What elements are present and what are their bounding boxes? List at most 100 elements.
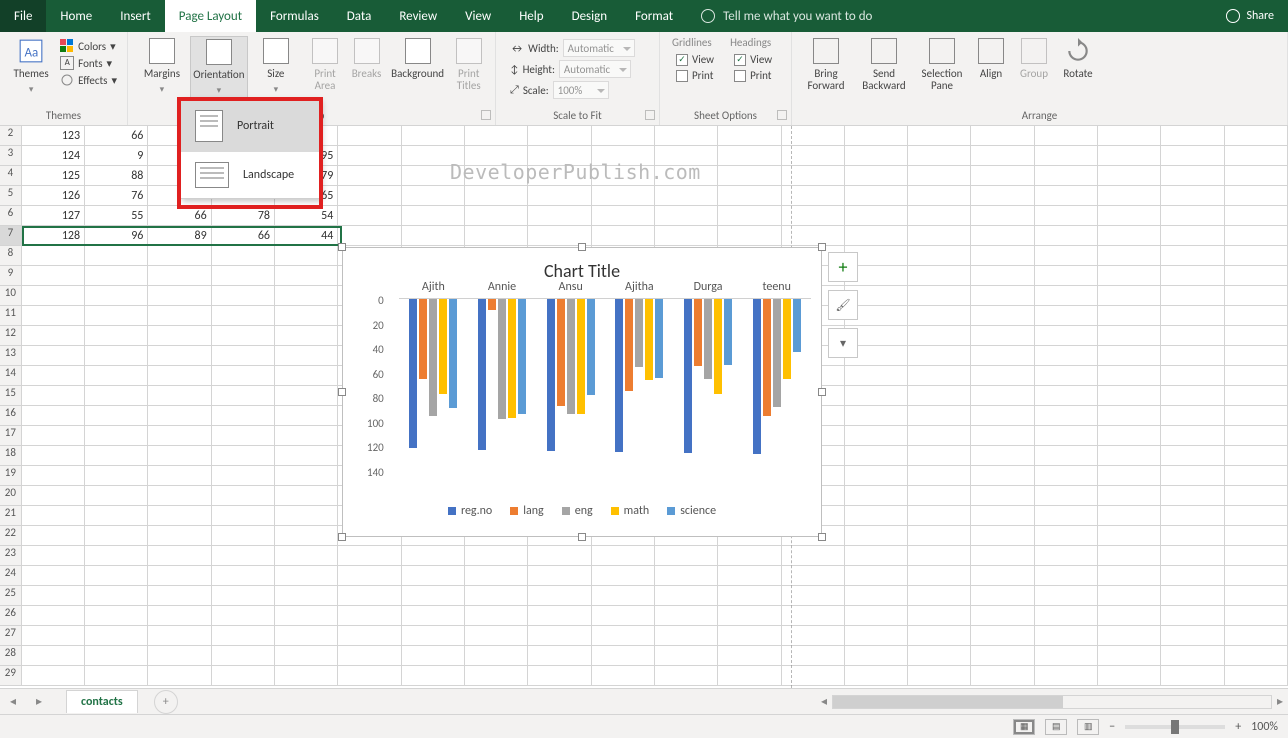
cell[interactable] [1161, 246, 1224, 266]
cell[interactable] [22, 426, 85, 446]
cell[interactable] [1161, 406, 1224, 426]
cell[interactable] [971, 346, 1034, 366]
cell[interactable] [212, 306, 275, 326]
bar[interactable] [547, 299, 555, 451]
cell[interactable] [655, 226, 718, 246]
cell[interactable] [1161, 166, 1224, 186]
cell[interactable] [402, 566, 465, 586]
cell[interactable] [1098, 386, 1161, 406]
cell[interactable] [908, 586, 971, 606]
cell[interactable] [845, 406, 908, 426]
cell[interactable] [1098, 226, 1161, 246]
handle[interactable] [818, 388, 826, 396]
cell[interactable] [655, 126, 718, 146]
cell[interactable] [1225, 346, 1288, 366]
cell[interactable] [971, 646, 1034, 666]
handle[interactable] [578, 533, 586, 541]
cell[interactable] [1035, 646, 1098, 666]
cell[interactable] [148, 666, 211, 686]
cell[interactable] [655, 606, 718, 626]
bar[interactable] [518, 299, 526, 414]
cell[interactable] [1225, 486, 1288, 506]
cell[interactable] [85, 626, 148, 646]
cell[interactable] [908, 186, 971, 206]
cell[interactable] [1035, 126, 1098, 146]
cell[interactable] [528, 646, 591, 666]
cell[interactable]: 66 [212, 226, 275, 246]
row-header[interactable]: 23 [0, 546, 22, 566]
cell[interactable] [1225, 206, 1288, 226]
cell[interactable] [908, 606, 971, 626]
cell[interactable] [85, 466, 148, 486]
bar[interactable] [587, 299, 595, 395]
cell[interactable] [908, 486, 971, 506]
cell[interactable] [908, 326, 971, 346]
width-combo[interactable]: Automatic [563, 39, 635, 57]
cell[interactable] [528, 626, 591, 646]
cell[interactable] [1035, 246, 1098, 266]
cell[interactable] [908, 306, 971, 326]
cell[interactable] [212, 506, 275, 526]
cell[interactable] [148, 426, 211, 446]
cell[interactable] [22, 406, 85, 426]
zoom-in-button[interactable]: + [1235, 720, 1241, 734]
cell[interactable] [1225, 606, 1288, 626]
cell[interactable]: 127 [22, 206, 85, 226]
margins-button[interactable]: Margins▾ [134, 36, 190, 97]
cell[interactable] [845, 386, 908, 406]
legend-item[interactable]: lang [510, 504, 543, 518]
cell[interactable] [1035, 166, 1098, 186]
cell[interactable]: 125 [22, 166, 85, 186]
cell[interactable] [971, 626, 1034, 646]
cell[interactable] [1035, 506, 1098, 526]
cell[interactable] [1225, 306, 1288, 326]
fonts-button[interactable]: AFonts ▾ [56, 55, 121, 71]
cell[interactable] [465, 566, 528, 586]
cell[interactable] [212, 286, 275, 306]
cell[interactable] [148, 566, 211, 586]
row-header[interactable]: 19 [0, 466, 22, 486]
cell[interactable] [1098, 446, 1161, 466]
cell[interactable] [592, 126, 655, 146]
cell[interactable] [85, 266, 148, 286]
cell[interactable] [275, 326, 338, 346]
chart-styles-button[interactable]: 🖌 [828, 290, 858, 320]
cell[interactable] [1098, 286, 1161, 306]
cell[interactable] [718, 186, 781, 206]
rotate-button[interactable]: Rotate [1056, 36, 1100, 82]
cell[interactable] [592, 606, 655, 626]
cell[interactable] [22, 326, 85, 346]
cell[interactable] [1098, 146, 1161, 166]
cell[interactable] [148, 526, 211, 546]
cell[interactable] [1035, 526, 1098, 546]
cell[interactable] [85, 666, 148, 686]
chart-legend[interactable]: reg.nolangengmathscience [343, 504, 821, 518]
cell[interactable] [465, 186, 528, 206]
cell[interactable] [908, 266, 971, 286]
cell[interactable] [655, 186, 718, 206]
cell[interactable] [1035, 546, 1098, 566]
legend-item[interactable]: math [611, 504, 650, 518]
row-header[interactable]: 21 [0, 506, 22, 526]
handle[interactable] [338, 533, 346, 541]
cell[interactable] [908, 446, 971, 466]
cell[interactable] [275, 666, 338, 686]
group-button[interactable]: Group [1012, 36, 1056, 82]
gridlines-view-checkbox[interactable] [676, 54, 688, 66]
size-button[interactable]: Size▾ [248, 36, 304, 97]
cell[interactable] [971, 526, 1034, 546]
cell[interactable] [275, 466, 338, 486]
cell[interactable] [845, 186, 908, 206]
cell[interactable] [1098, 266, 1161, 286]
cell[interactable] [1161, 506, 1224, 526]
cell[interactable] [85, 326, 148, 346]
cell[interactable]: 124 [22, 146, 85, 166]
cell[interactable] [1225, 546, 1288, 566]
cell[interactable] [212, 386, 275, 406]
cell[interactable] [212, 346, 275, 366]
cell[interactable] [1161, 526, 1224, 546]
cell[interactable] [1161, 566, 1224, 586]
cell[interactable] [908, 166, 971, 186]
cell[interactable] [22, 606, 85, 626]
cell[interactable] [275, 606, 338, 626]
